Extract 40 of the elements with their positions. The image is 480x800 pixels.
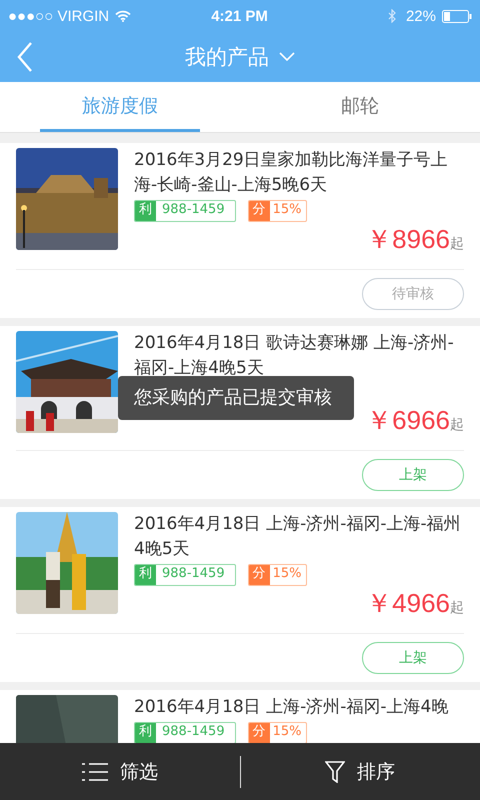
status-time: 4:21 PM [210, 8, 269, 24]
toast: 您采购的产品已提交审核 [118, 376, 354, 420]
status-button[interactable]: 上架 [362, 459, 464, 491]
share-rate: 15% [272, 723, 302, 741]
status-button[interactable]: 上架 [362, 642, 464, 674]
filter-button[interactable]: 筛选 [0, 758, 240, 786]
product-title: 2016年4月18日 上海-济州-福冈-上海4晚 [134, 696, 450, 719]
share-label: 分 [248, 565, 270, 585]
tab[interactable]: 旅游度假 [40, 82, 200, 132]
funnel-icon [325, 760, 345, 782]
price-suffix: 起 [450, 235, 464, 254]
carrier-text: ●●●○○ VIRGIN [8, 8, 110, 24]
profit-label: 利 [135, 201, 156, 221]
price-suffix: 起 [450, 416, 464, 435]
battery-icon [442, 10, 472, 22]
tab[interactable]: 邮轮 [280, 82, 440, 132]
product-title: 2016年4月18日 上海-济州-福冈-上海-福州4晚5天 [134, 513, 462, 561]
share-label: 分 [248, 723, 270, 743]
share-rate: 15% [272, 565, 302, 583]
status-button[interactable]: 待审核 [362, 278, 464, 310]
product-title: 2016年3月29日皇家加勒比海洋量子号上海-长崎-釜山-上海5晚6天 [134, 149, 449, 197]
price-suffix: 起 [450, 599, 464, 618]
chevron-down-icon[interactable] [279, 52, 295, 62]
list-icon [82, 762, 108, 782]
share-label: 分 [248, 201, 270, 221]
price: ￥8966 [366, 224, 450, 254]
profit-label: 利 [135, 565, 156, 585]
profit-range: 988-1459 [161, 565, 226, 583]
sort-button[interactable]: 排序 [240, 758, 480, 786]
price: ￥6966 [366, 405, 450, 435]
profit-range: 988-1459 [161, 723, 226, 741]
profit-label: 利 [135, 723, 156, 743]
back-icon[interactable] [17, 42, 33, 72]
price: ￥4966 [366, 588, 450, 618]
profit-range: 988-1459 [161, 201, 226, 219]
battery-text: 22% [406, 8, 436, 24]
wifi-icon [115, 10, 132, 22]
bluetooth-icon [388, 9, 396, 23]
share-rate: 15% [272, 201, 302, 219]
page-title[interactable]: 我的产品 [185, 43, 269, 71]
